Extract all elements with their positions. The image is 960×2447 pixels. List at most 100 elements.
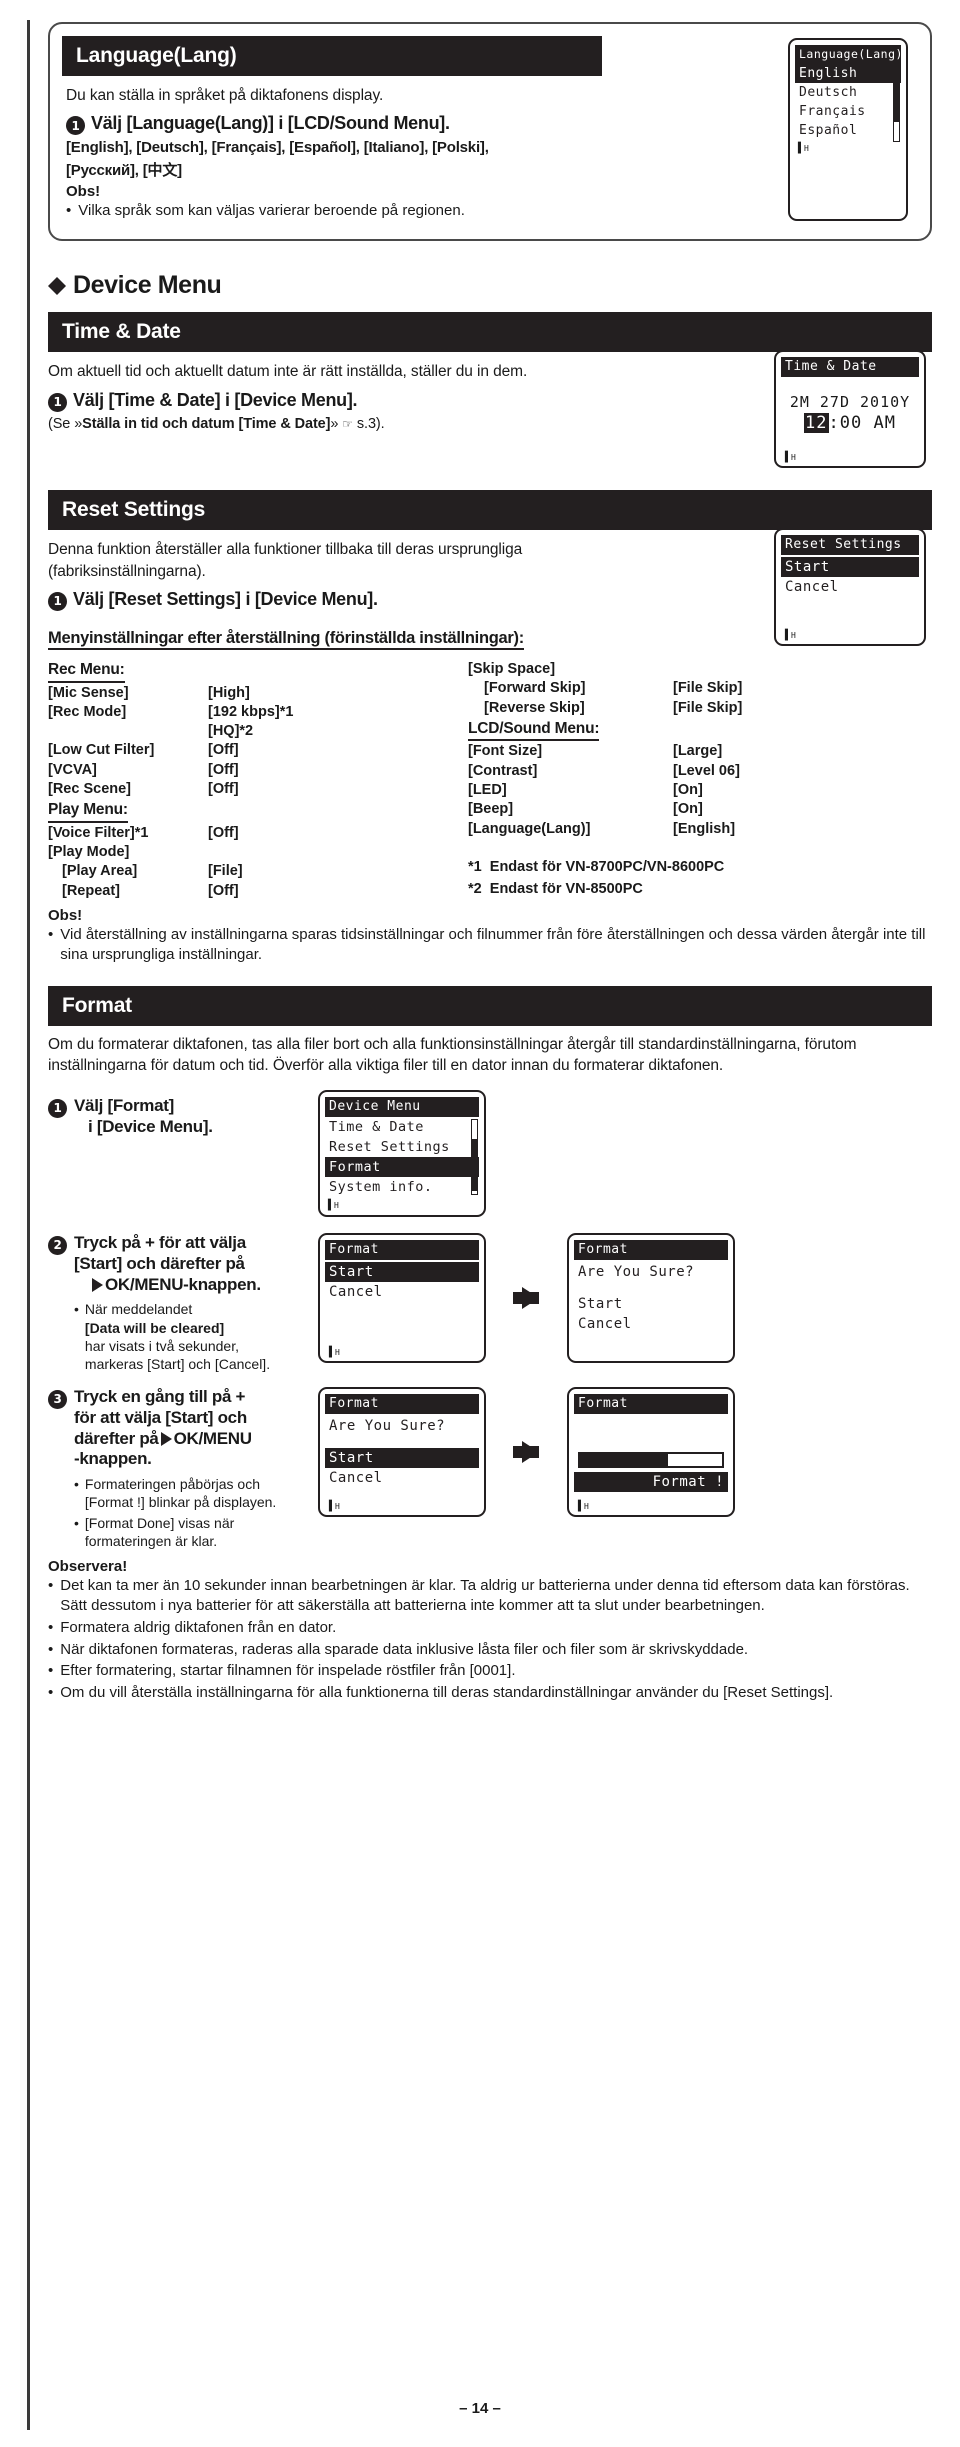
ref-bold: Ställa in tid och datum [Time & Date]: [82, 415, 331, 432]
row-value: [192 kbps]*1: [208, 703, 294, 720]
row-value: [Off]: [208, 761, 239, 778]
bullet-dot-icon: •: [48, 1576, 54, 1594]
pointing-hand-icon: ☞: [342, 416, 353, 431]
lcd-mic-indicator-icon: ▌H: [785, 630, 796, 642]
table-row: [Beep] [On]: [468, 800, 908, 819]
table-row: [Play Area] [File]: [48, 862, 468, 881]
table-row: [Rec Mode] [192 kbps]*1: [48, 703, 468, 722]
lcd-row-cancel: Cancel: [329, 1284, 383, 1301]
format-step-3-block: 3 Tryck en gång till på + för att välja …: [48, 1387, 932, 1550]
row-key: [Play Area]: [62, 863, 138, 880]
table-row: [Mic Sense] [High]: [48, 684, 468, 703]
row-value: [Off]: [208, 882, 239, 899]
step-number-badge: 1: [48, 1099, 67, 1119]
bullet-dot-icon: •: [66, 201, 72, 219]
format-step-3-note-line-1: Formateringen påbörjas och: [84, 1476, 261, 1493]
list-item: • Efter formatering, startar filnamnen fö…: [48, 1661, 932, 1682]
format-step-2-line-2: [Start] och därefter på: [74, 1253, 245, 1273]
format-step-2-line-1: Tryck på + för att välja: [74, 1233, 246, 1253]
row-value: [Off]: [208, 780, 239, 797]
lcd-mic-indicator-icon: ▌H: [578, 1501, 589, 1513]
reset-obs-bullet: • Vid återställning av inställningarna s…: [48, 925, 932, 966]
lcd-hour-highlight: 12: [804, 413, 829, 434]
row-value: [English]: [673, 820, 736, 837]
table-row: [Language(Lang)] [English]: [468, 820, 908, 839]
bullet-dot-icon: •: [74, 1476, 79, 1493]
row-key: [Mic Sense]: [48, 684, 129, 701]
table-row: [LED] [On]: [468, 781, 908, 800]
row-key: [Voice Filter]*1: [48, 824, 149, 841]
format-step-2-note-line-1: När meddelandet: [84, 1301, 193, 1318]
lcd-reset-settings: Reset Settings Start Cancel ▌H: [774, 528, 926, 647]
row-key: [Rec Scene]: [48, 780, 132, 797]
table-row: [HQ]*2: [48, 722, 468, 741]
footnote-1: *1 Endast för VN-8700PC/VN-8600PC: [468, 857, 908, 878]
table-row: [Play Mode]: [48, 843, 468, 862]
format-step-2-note: • När meddelandet [Data will be cleared]…: [48, 1300, 308, 1373]
lcd-mic-indicator-icon: ▌H: [328, 1200, 339, 1212]
format-step-1: 1 Välj [Format] i [Device Menu].: [48, 1090, 308, 1137]
row-key: [Font Size]: [468, 743, 543, 760]
format-step-2-block: 2 Tryck på + för att välja [Start] och d…: [48, 1233, 932, 1373]
bullet-dot-icon: •: [48, 926, 54, 943]
time-date-intro: Om aktuell tid och aktuellt datum inte ä…: [48, 363, 528, 381]
lcd-row-start: Start: [781, 557, 919, 578]
step-number-badge: 2: [48, 1236, 67, 1256]
bullet-dot-icon: •: [48, 1640, 54, 1658]
row-key: [Skip Space]: [468, 660, 556, 677]
table-row: [Font Size] [Large]: [468, 742, 908, 761]
format-step-2-note-line-4: markeras [Start] och [Cancel].: [84, 1356, 271, 1373]
lcd-row-start: Start: [325, 1262, 479, 1283]
list-item: • Om du vill återställa inställningarna f…: [48, 1683, 932, 1704]
table-row: [Skip Space]: [468, 660, 908, 679]
format-step-3-note-line-3: [Format Done] visas när: [84, 1514, 235, 1531]
row-key: [Low Cut Filter]: [48, 742, 155, 759]
group-title-lcd-sound-menu: LCD/Sound Menu:: [468, 719, 600, 742]
lcd-title: Format: [574, 1394, 728, 1415]
group-title-play-menu: Play Menu:: [48, 800, 128, 823]
lcd-format-are-you-sure: Format Are You Sure? Start Cancel: [567, 1233, 735, 1364]
language-step-1-text: Välj [Language(Lang)] i [LCD/Sound Menu]…: [91, 113, 450, 134]
format-step-2-arrow: [496, 1233, 557, 1363]
language-obs-bullet: • Vilka språk som kan väljas varierar be…: [66, 201, 606, 221]
lcd-row-format: Format: [325, 1157, 479, 1178]
table-row: [VCVA] [Off]: [48, 761, 468, 780]
bullet-dot-icon: •: [48, 1662, 54, 1680]
lcd-time-date: Time & Date 2M 27D 2010Y 12:00 AM ▌H: [774, 350, 926, 469]
bullet-dot-icon: •: [74, 1301, 79, 1318]
lcd-scrollbar-thumb: [471, 1139, 478, 1192]
lcd-row-reset-settings: Reset Settings: [329, 1139, 450, 1156]
step-number-badge: 1: [66, 116, 85, 136]
format-intro-line-3: dator innan du formaterar diktafonen.: [471, 1056, 724, 1074]
lcd-format-start-cancel: Format Start Cancel ▌H: [318, 1233, 486, 1364]
format-step-1-block: 1 Välj [Format] i [Device Menu]. Device …: [48, 1090, 932, 1218]
reset-defaults-left-column: Rec Menu: [Mic Sense] [High] [Rec Mode] [1…: [48, 660, 468, 901]
arrow-right-icon: [513, 1441, 539, 1464]
lcd-row-cancel: Cancel: [329, 1470, 383, 1487]
row-value: [On]: [673, 781, 703, 798]
footnote-1-text: Endast för VN-8700PC/VN-8600PC: [489, 858, 725, 875]
list-item: • Det kan ta mer än 10 sekunder innan bea…: [48, 1576, 932, 1617]
lcd-row-deutsch: Deutsch: [799, 85, 858, 100]
row-value: [High]: [208, 684, 250, 701]
ref-suffix: »: [330, 415, 339, 432]
lcd-mic-indicator-icon: ▌H: [798, 143, 809, 154]
lcd-time-value: 12:00 AM: [781, 413, 919, 434]
page-left-rule: [27, 20, 30, 2430]
language-section-title: Language(Lang): [62, 36, 602, 76]
row-value: [Large]: [673, 743, 723, 760]
lcd-date-value: 2M 27D 2010Y: [789, 393, 911, 412]
row-key: [LED]: [468, 781, 507, 798]
observera-item-3: När diktafonen formateras, raderas alla …: [60, 1640, 749, 1658]
lcd-title: Device Menu: [325, 1097, 479, 1118]
language-obs-bullet-text: Vilka språk som kan väljas varierar bero…: [78, 201, 465, 219]
reset-defaults-table: Rec Menu: [Mic Sense] [High] [Rec Mode] [1…: [48, 660, 932, 901]
bullet-dot-icon: •: [48, 1618, 54, 1636]
row-value: [HQ]*2: [208, 723, 254, 740]
time-date-section-title: Time & Date: [48, 312, 932, 353]
format-step-3-line-4: -knappen.: [74, 1449, 152, 1469]
row-key: [Language(Lang)]: [468, 820, 591, 837]
lcd-mic-indicator-icon: ▌H: [785, 452, 796, 464]
lcd-progress-fill: [580, 1454, 669, 1467]
table-row: [Low Cut Filter] [Off]: [48, 741, 468, 760]
